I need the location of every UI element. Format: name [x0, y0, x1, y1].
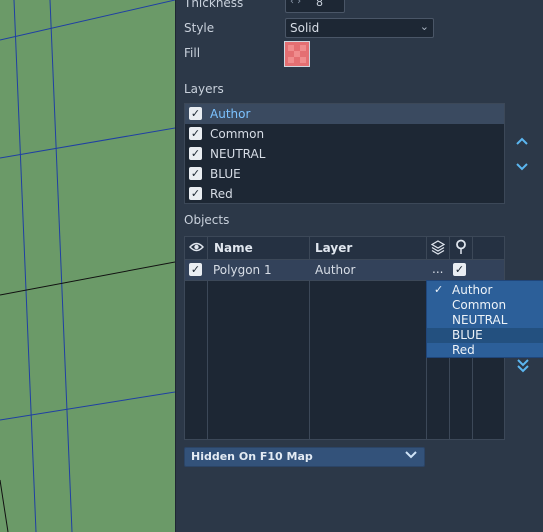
column-layer-header[interactable]: Layer — [315, 241, 352, 255]
thickness-value: 8 — [316, 0, 323, 9]
style-select[interactable]: Solid ⌄ — [285, 18, 434, 38]
table-row[interactable]: ✓ Polygon 1 Author ... ✓ — [185, 260, 504, 281]
map-visibility-select[interactable]: Hidden On F10 Map — [184, 447, 425, 467]
menu-item-blue[interactable]: BLUE — [427, 328, 543, 343]
layers-stack-icon[interactable] — [430, 240, 446, 258]
layer-name: Red — [210, 187, 233, 201]
double-chevron-down-icon — [517, 359, 529, 373]
object-name: Polygon 1 — [213, 263, 272, 277]
map-pin-icon[interactable] — [455, 239, 467, 258]
chevron-up-icon — [516, 137, 528, 145]
layer-name: Common — [210, 127, 265, 141]
layer-name: BLUE — [210, 167, 241, 181]
layer-checkbox[interactable]: ✓ — [189, 167, 202, 180]
menu-item-label: BLUE — [452, 328, 483, 342]
object-layer: Author — [315, 263, 356, 277]
layer-row-blue[interactable]: ✓ BLUE — [185, 164, 504, 184]
style-value: Solid — [290, 21, 320, 35]
column-name-header[interactable]: Name — [214, 241, 253, 255]
map-grid — [0, 0, 175, 532]
layer-row-author[interactable]: ✓ Author — [185, 104, 504, 124]
menu-item-author[interactable]: ✓ Author — [427, 283, 543, 298]
check-icon: ✓ — [434, 283, 444, 296]
layers-list: ✓ Author ✓ Common ✓ NEUTRAL ✓ BLUE ✓ Red — [184, 103, 505, 204]
chevron-down-icon: ⌄ — [419, 20, 429, 33]
fill-color-swatch[interactable] — [284, 41, 310, 67]
stepper-arrows-icon[interactable]: ‹ › — [290, 0, 301, 7]
menu-item-common[interactable]: Common — [427, 298, 543, 313]
layers-section-label: Layers — [184, 82, 224, 96]
layer-checkbox[interactable]: ✓ — [189, 147, 202, 160]
layer-row-neutral[interactable]: ✓ NEUTRAL — [185, 144, 504, 164]
map-visibility-value: Hidden On F10 Map — [191, 450, 313, 463]
chevron-down-icon — [405, 449, 417, 462]
eye-icon[interactable] — [189, 241, 204, 256]
layer-move-up-button[interactable] — [515, 134, 529, 150]
menu-item-label: NEUTRAL — [452, 313, 508, 327]
map-view[interactable] — [0, 0, 175, 532]
objects-section-label: Objects — [184, 213, 230, 227]
style-label: Style — [184, 21, 215, 35]
object-visible-checkbox[interactable]: ✓ — [189, 263, 202, 276]
layer-name: NEUTRAL — [210, 147, 266, 161]
menu-item-neutral[interactable]: NEUTRAL — [427, 313, 543, 328]
thickness-stepper[interactable]: ‹ › 8 — [285, 0, 345, 13]
chevron-down-icon — [516, 163, 528, 171]
layer-name: Author — [210, 107, 251, 121]
menu-item-label: Red — [452, 343, 475, 357]
scroll-to-bottom-button[interactable] — [516, 357, 530, 377]
menu-item-label: Common — [452, 298, 507, 312]
layer-checkbox[interactable]: ✓ — [189, 107, 202, 120]
layer-row-common[interactable]: ✓ Common — [185, 124, 504, 144]
layer-move-down-button[interactable] — [515, 160, 529, 176]
layer-menu-button[interactable]: ... — [432, 262, 443, 276]
menu-item-label: Author — [452, 283, 493, 297]
layer-dropdown-menu: ✓ Author Common NEUTRAL BLUE Red — [426, 280, 543, 358]
thickness-label: Thickness — [184, 0, 244, 10]
layer-row-red[interactable]: ✓ Red — [185, 184, 504, 204]
object-pin-checkbox[interactable]: ✓ — [453, 263, 466, 276]
layer-checkbox[interactable]: ✓ — [189, 187, 202, 200]
objects-table-header: Name Layer — [185, 237, 504, 260]
layer-checkbox[interactable]: ✓ — [189, 127, 202, 140]
fill-label: Fill — [184, 46, 201, 60]
menu-item-red[interactable]: Red — [427, 343, 543, 358]
